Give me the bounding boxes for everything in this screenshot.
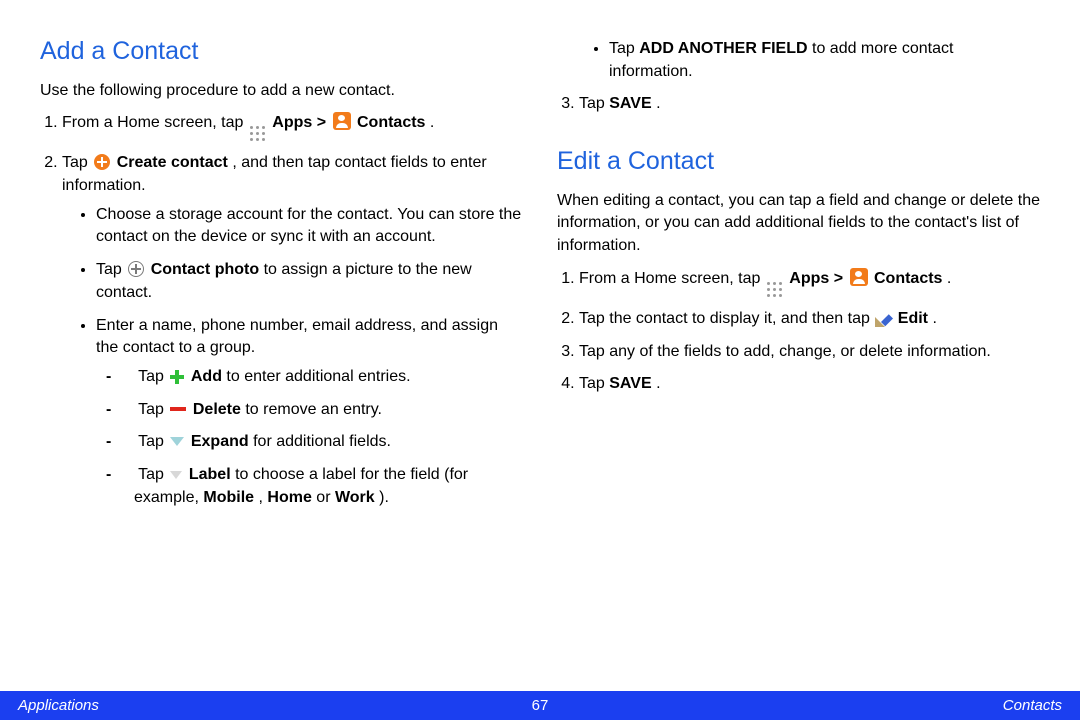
text: to remove an entry. bbox=[245, 401, 382, 418]
save-label: SAVE bbox=[609, 95, 651, 112]
intro-text: Use the following procedure to add a new… bbox=[40, 80, 523, 103]
heading-edit-contact: Edit a Contact bbox=[557, 144, 1040, 180]
label-caret-icon bbox=[170, 471, 182, 479]
bullet-storage: Choose a storage account for the contact… bbox=[96, 204, 523, 249]
text: . bbox=[430, 114, 434, 131]
step-1: From a Home screen, tap Apps > Contacts … bbox=[62, 112, 523, 142]
text: Tap the contact to display it, and then … bbox=[579, 310, 874, 327]
text: . bbox=[656, 375, 660, 392]
edit-pencil-icon bbox=[876, 311, 891, 326]
work-label: Work bbox=[335, 489, 375, 506]
apps-label: Apps bbox=[272, 114, 312, 131]
text: Tap bbox=[138, 368, 168, 385]
apps-label: Apps bbox=[789, 270, 829, 287]
edit-intro: When editing a contact, you can tap a fi… bbox=[557, 190, 1040, 258]
add-contact-steps-continued: Tap SAVE . bbox=[557, 93, 1040, 116]
bullet-fields: Enter a name, phone number, email addres… bbox=[96, 315, 523, 510]
text: for additional fields. bbox=[253, 433, 391, 450]
text: Tap bbox=[138, 401, 168, 418]
bullet-photo: Tap Contact photo to assign a picture to… bbox=[96, 259, 523, 304]
edit-step-1: From a Home screen, tap Apps > Contacts … bbox=[579, 268, 1040, 298]
add-icon bbox=[170, 370, 184, 384]
create-icon bbox=[94, 154, 110, 170]
text: > bbox=[834, 270, 848, 287]
text: . bbox=[656, 95, 660, 112]
add-another-field-label: ADD ANOTHER FIELD bbox=[639, 40, 807, 57]
text: Tap bbox=[579, 95, 609, 112]
text: From a Home screen, tap bbox=[579, 270, 765, 287]
contacts-icon bbox=[850, 268, 868, 286]
text: From a Home screen, tap bbox=[62, 114, 248, 131]
dash-delete: Tap Delete to remove an entry. bbox=[120, 399, 523, 422]
column-right: Tap ADD ANOTHER FIELD to add more contac… bbox=[557, 34, 1040, 680]
contact-photo-label: Contact photo bbox=[151, 261, 259, 278]
footer-page-number: 67 bbox=[0, 697, 1080, 714]
label-label: Label bbox=[189, 466, 231, 483]
home-label: Home bbox=[267, 489, 311, 506]
bullet-add-another: Tap ADD ANOTHER FIELD to add more contac… bbox=[609, 38, 1040, 83]
step-2: Tap Create contact , and then tap contac… bbox=[62, 152, 523, 509]
text: or bbox=[316, 489, 335, 506]
add-contact-steps: From a Home screen, tap Apps > Contacts … bbox=[40, 112, 523, 509]
apps-icon bbox=[250, 126, 266, 142]
contacts-label: Contacts bbox=[874, 270, 942, 287]
user-manual-page: Add a Contact Use the following procedur… bbox=[0, 0, 1080, 720]
text: Tap bbox=[138, 466, 168, 483]
save-label: SAVE bbox=[609, 375, 651, 392]
dash-expand: Tap Expand for additional fields. bbox=[120, 431, 523, 454]
edit-contact-steps: From a Home screen, tap Apps > Contacts … bbox=[557, 268, 1040, 396]
edit-step-4: Tap SAVE . bbox=[579, 373, 1040, 396]
edit-step-3: Tap any of the fields to add, change, or… bbox=[579, 341, 1040, 364]
text: . bbox=[932, 310, 936, 327]
text: Enter a name, phone number, email addres… bbox=[96, 317, 498, 357]
text: Tap bbox=[579, 375, 609, 392]
text: > bbox=[317, 114, 331, 131]
text: Tap bbox=[62, 154, 92, 171]
page-footer: Applications 67 Contacts bbox=[0, 691, 1080, 720]
expand-label: Expand bbox=[191, 433, 249, 450]
mobile-label: Mobile bbox=[203, 489, 254, 506]
edit-step-2: Tap the contact to display it, and then … bbox=[579, 308, 1040, 331]
content-columns: Add a Contact Use the following procedur… bbox=[0, 0, 1080, 680]
step-3: Tap SAVE . bbox=[579, 93, 1040, 116]
edit-label: Edit bbox=[898, 310, 928, 327]
field-actions: Tap Add to enter additional entries. Tap… bbox=[96, 366, 523, 510]
contacts-label: Contacts bbox=[357, 114, 425, 131]
text: ). bbox=[379, 489, 389, 506]
create-contact-label: Create contact bbox=[117, 154, 228, 171]
text: Tap bbox=[609, 40, 639, 57]
apps-icon bbox=[767, 282, 783, 298]
expand-icon bbox=[170, 437, 184, 446]
step2-sublist: Choose a storage account for the contact… bbox=[62, 204, 523, 510]
delete-icon bbox=[170, 407, 186, 411]
contacts-icon bbox=[333, 112, 351, 130]
contact-photo-icon bbox=[128, 261, 144, 277]
continued-bullets: Tap ADD ANOTHER FIELD to add more contac… bbox=[557, 38, 1040, 83]
heading-add-contact: Add a Contact bbox=[40, 34, 523, 70]
text: Tap bbox=[138, 433, 168, 450]
text: to enter additional entries. bbox=[226, 368, 410, 385]
column-left: Add a Contact Use the following procedur… bbox=[40, 34, 523, 680]
text: . bbox=[947, 270, 951, 287]
dash-add: Tap Add to enter additional entries. bbox=[120, 366, 523, 389]
dash-label: Tap Label to choose a label for the fiel… bbox=[120, 464, 523, 509]
text: Tap bbox=[96, 261, 126, 278]
delete-label: Delete bbox=[193, 401, 241, 418]
add-label: Add bbox=[191, 368, 222, 385]
